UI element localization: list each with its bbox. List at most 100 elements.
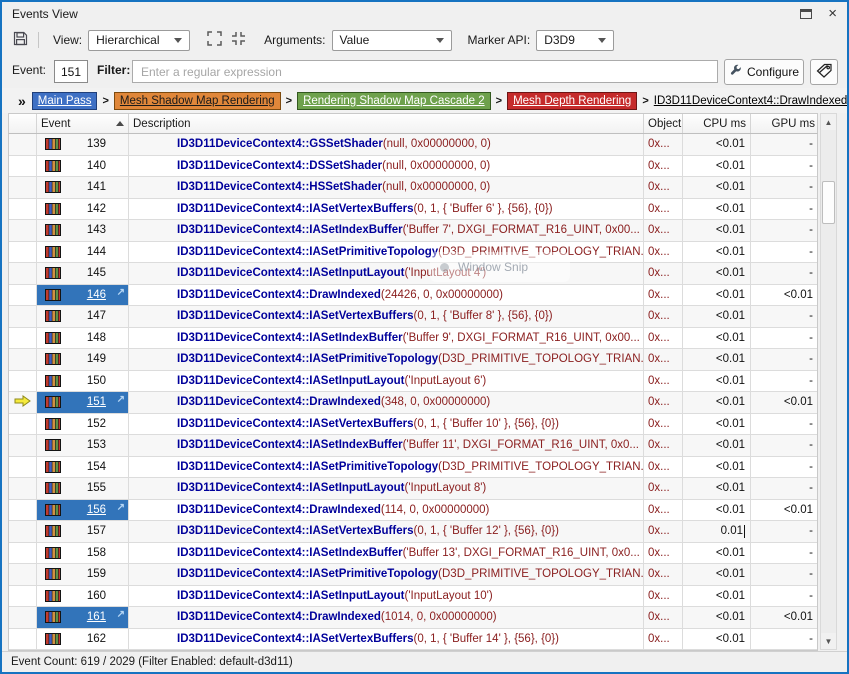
filter-input[interactable] <box>132 60 718 83</box>
table-row[interactable]: 160ID3D11DeviceContext4::IASetInputLayou… <box>9 586 817 608</box>
event-cell[interactable]: 143 <box>37 220 129 242</box>
event-cell[interactable]: 157 <box>37 521 129 543</box>
gpu-ms-cell: <0.01 <box>751 500 818 522</box>
header-event[interactable]: Event <box>37 114 129 133</box>
goto-arrow-icon[interactable]: ↗ <box>117 287 125 298</box>
object-cell: 0x... <box>644 435 683 457</box>
table-row[interactable]: 158ID3D11DeviceContext4::IASetIndexBuffe… <box>9 543 817 565</box>
breadcrumb-item[interactable]: ID3D11DeviceContext4::DrawIndexed <box>654 95 847 107</box>
api-method-name: ID3D11DeviceContext4::GSSetShader <box>177 138 383 150</box>
vertical-scrollbar[interactable]: ▲ ▼ <box>820 113 837 650</box>
breadcrumb-item[interactable]: Rendering Shadow Map Cascade 2 <box>297 92 491 110</box>
event-cell[interactable]: 144 <box>37 242 129 264</box>
event-cell[interactable]: 159 <box>37 564 129 586</box>
event-cell[interactable]: 152 <box>37 414 129 436</box>
table-row[interactable]: 143ID3D11DeviceContext4::IASetIndexBuffe… <box>9 220 817 242</box>
event-cell[interactable]: 154 <box>37 457 129 479</box>
table-row[interactable]: 154ID3D11DeviceContext4::IASetPrimitiveT… <box>9 457 817 479</box>
header-cpu-ms[interactable]: CPU ms <box>683 114 751 133</box>
table-row[interactable]: 140ID3D11DeviceContext4::DSSetShader(nul… <box>9 156 817 178</box>
close-icon[interactable]: × <box>828 4 837 24</box>
event-cell[interactable]: 147 <box>37 306 129 328</box>
breadcrumb-item[interactable]: Main Pass <box>32 92 98 110</box>
event-cell[interactable]: 158 <box>37 543 129 565</box>
header-cpu-label: CPU ms <box>703 118 746 130</box>
current-event-gutter <box>9 500 37 522</box>
cpu-value: <0.01 <box>716 396 745 408</box>
configure-button[interactable]: Configure <box>724 59 804 85</box>
table-row[interactable]: 159ID3D11DeviceContext4::IASetPrimitiveT… <box>9 564 817 586</box>
table-row[interactable]: 141ID3D11DeviceContext4::HSSetShader(nul… <box>9 177 817 199</box>
goto-arrow-icon[interactable]: ↗ <box>117 502 125 513</box>
table-row[interactable]: 151↗ID3D11DeviceContext4::DrawIndexed(34… <box>9 392 817 414</box>
expand-all-button[interactable] <box>202 29 226 51</box>
tags-button[interactable] <box>810 59 838 85</box>
scroll-up-icon[interactable]: ▲ <box>821 114 836 130</box>
header-description[interactable]: Description <box>129 114 644 133</box>
table-row[interactable]: 156↗ID3D11DeviceContext4::DrawIndexed(11… <box>9 500 817 522</box>
event-description: ID3D11DeviceContext4::DSSetShader(null, … <box>129 156 644 178</box>
event-cell[interactable]: 153 <box>37 435 129 457</box>
table-row[interactable]: 157ID3D11DeviceContext4::IASetVertexBuff… <box>9 521 817 543</box>
event-cell[interactable]: 155 <box>37 478 129 500</box>
goto-arrow-icon[interactable]: ↗ <box>117 394 125 405</box>
table-row[interactable]: 144ID3D11DeviceContext4::IASetPrimitiveT… <box>9 242 817 264</box>
table-row[interactable]: 161↗ID3D11DeviceContext4::DrawIndexed(10… <box>9 607 817 629</box>
object-cell: 0x... <box>644 199 683 221</box>
goto-arrow-icon[interactable]: ↗ <box>117 609 125 620</box>
event-cell[interactable]: 162 <box>37 629 129 651</box>
cpu-value: <0.01 <box>716 482 745 494</box>
api-args: ('InputLayout 10') <box>405 590 493 602</box>
object-cell: 0x... <box>644 607 683 629</box>
collapse-all-button[interactable] <box>226 29 250 51</box>
event-cell[interactable]: 146↗ <box>37 285 129 307</box>
table-row[interactable]: 146↗ID3D11DeviceContext4::DrawIndexed(24… <box>9 285 817 307</box>
event-cell[interactable]: 140 <box>37 156 129 178</box>
event-description: ID3D11DeviceContext4::IASetVertexBuffers… <box>129 629 644 651</box>
event-cell[interactable]: 156↗ <box>37 500 129 522</box>
gpu-ms-cell: - <box>751 306 818 328</box>
table-row[interactable]: 142ID3D11DeviceContext4::IASetVertexBuff… <box>9 199 817 221</box>
api-method-name: ID3D11DeviceContext4::DrawIndexed <box>177 611 381 623</box>
breadcrumb-item[interactable]: Mesh Shadow Map Rendering <box>114 92 281 110</box>
arguments-select[interactable]: Value <box>332 30 452 51</box>
float-window-icon[interactable] <box>800 9 812 19</box>
header-gpu-ms[interactable]: GPU ms <box>751 114 819 133</box>
table-row[interactable]: 139ID3D11DeviceContext4::GSSetShader(nul… <box>9 134 817 156</box>
event-cell[interactable]: 150 <box>37 371 129 393</box>
table-row[interactable]: 148ID3D11DeviceContext4::IASetIndexBuffe… <box>9 328 817 350</box>
marker-api-select[interactable]: D3D9 <box>536 30 614 51</box>
api-call-icon <box>45 246 61 258</box>
save-button[interactable] <box>8 29 32 51</box>
event-cell[interactable]: 149 <box>37 349 129 371</box>
scroll-down-icon[interactable]: ▼ <box>821 633 836 649</box>
view-select[interactable]: Hierarchical <box>88 30 190 51</box>
table-row[interactable]: 153ID3D11DeviceContext4::IASetIndexBuffe… <box>9 435 817 457</box>
event-cell[interactable]: 142 <box>37 199 129 221</box>
api-args: ('Buffer 7', DXGI_FORMAT_R16_UINT, 0x00.… <box>403 224 640 236</box>
save-icon <box>13 31 28 49</box>
breadcrumb-overflow-icon[interactable]: » <box>18 93 26 109</box>
gpu-ms-cell: - <box>751 478 818 500</box>
cpu-value: <0.01 <box>716 160 745 172</box>
header-object[interactable]: Object <box>644 114 683 133</box>
event-cell[interactable]: 151↗ <box>37 392 129 414</box>
table-row[interactable]: 150ID3D11DeviceContext4::IASetInputLayou… <box>9 371 817 393</box>
table-row[interactable]: 155ID3D11DeviceContext4::IASetInputLayou… <box>9 478 817 500</box>
scrollbar-thumb[interactable] <box>822 181 835 224</box>
breadcrumb-item[interactable]: Mesh Depth Rendering <box>507 92 637 110</box>
api-args: (24426, 0, 0x00000000) <box>381 289 503 301</box>
event-cell[interactable]: 148 <box>37 328 129 350</box>
table-row[interactable]: 145ID3D11DeviceContext4::IASetInputLayou… <box>9 263 817 285</box>
event-cell[interactable]: 160 <box>37 586 129 608</box>
event-number-input[interactable] <box>54 60 88 83</box>
event-cell[interactable]: 139 <box>37 134 129 156</box>
table-row[interactable]: 162ID3D11DeviceContext4::IASetVertexBuff… <box>9 629 817 651</box>
event-cell[interactable]: 141 <box>37 177 129 199</box>
event-cell[interactable]: 145 <box>37 263 129 285</box>
api-call-icon <box>45 353 61 365</box>
table-row[interactable]: 152ID3D11DeviceContext4::IASetVertexBuff… <box>9 414 817 436</box>
event-cell[interactable]: 161↗ <box>37 607 129 629</box>
table-row[interactable]: 147ID3D11DeviceContext4::IASetVertexBuff… <box>9 306 817 328</box>
table-row[interactable]: 149ID3D11DeviceContext4::IASetPrimitiveT… <box>9 349 817 371</box>
